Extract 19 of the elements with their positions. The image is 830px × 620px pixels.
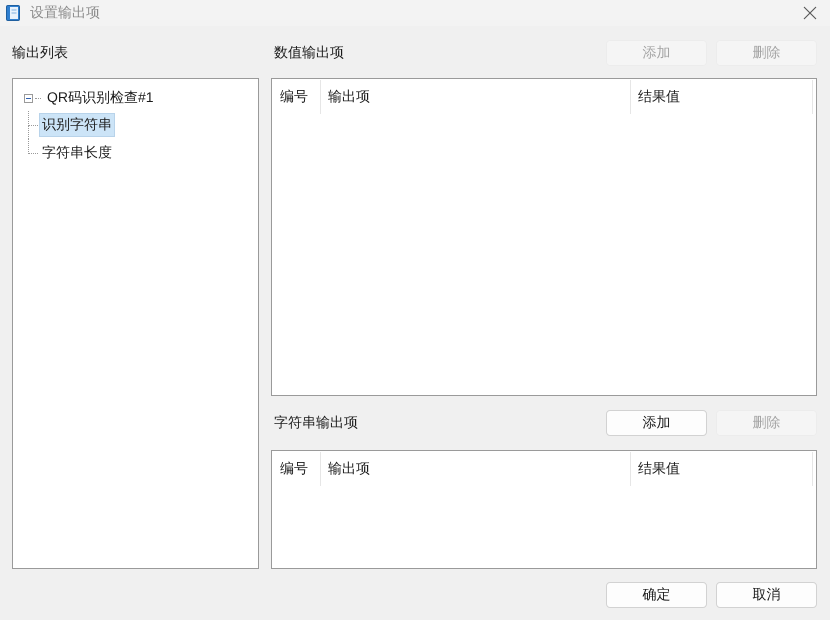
section-label: 输出列表 xyxy=(12,44,69,62)
section-label: 字符串输出项 xyxy=(273,414,359,432)
add-button[interactable]: 添加 xyxy=(606,410,707,436)
window-title: 设置输出项 xyxy=(30,4,101,22)
section-label: 数值输出项 xyxy=(273,44,345,62)
column-header[interactable]: 编号 xyxy=(273,80,321,114)
notebook-icon xyxy=(6,5,20,21)
column-header[interactable]: 输出项 xyxy=(321,452,631,486)
cancel-button[interactable]: 取消 xyxy=(716,582,817,608)
collapse-icon[interactable] xyxy=(24,94,33,102)
column-header[interactable]: 结果值 xyxy=(631,452,813,486)
tree-item[interactable]: 字符串长度 xyxy=(39,141,115,165)
tree-item[interactable]: QR码识别检查#1 xyxy=(44,86,157,110)
ok-button[interactable]: 确定 xyxy=(606,582,707,608)
close-icon[interactable] xyxy=(803,6,817,20)
column-header[interactable]: 输出项 xyxy=(321,80,631,114)
column-header[interactable]: 结果值 xyxy=(631,80,813,114)
tree-item[interactable]: 识别字符串 xyxy=(39,113,115,137)
column-header[interactable]: 编号 xyxy=(273,452,321,486)
